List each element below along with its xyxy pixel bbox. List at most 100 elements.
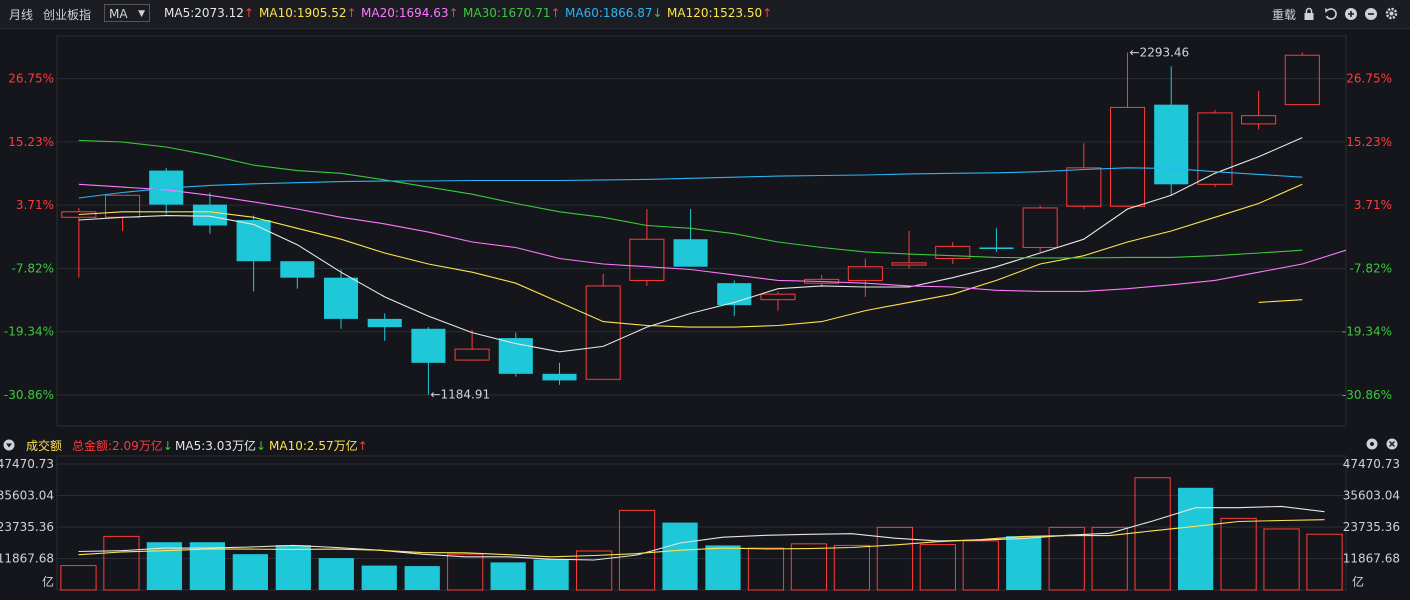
candle-body-up [1241,115,1277,125]
volume-unit-left: 亿 [42,574,54,589]
price-axis-label-right: 26.75% [1346,72,1392,86]
volume-title: 成交额 [26,439,63,453]
price-axis-label-right: -30.86% [1342,388,1392,402]
reload-button[interactable]: 重载 [1272,6,1296,23]
ma-legend-item: MA10:1905.52↑ [259,6,357,20]
ma-legend-text: MA10:1905.52 [259,6,347,20]
chevron-down-icon: ▼ [138,9,145,19]
candle-body-up [629,238,665,281]
candle-body-down [323,277,359,319]
volume-bar-up [1134,477,1171,591]
ma-legend-item: MA5:2073.12↑ [164,6,254,20]
price-axis-label-left: -7.82% [12,261,54,275]
indicator-select-value: MA [109,7,128,21]
candle-body-up [1109,106,1146,207]
volume-bar-up [618,509,656,591]
candle-body-down [280,261,315,278]
volume-total: 总金额:2.09万亿↓ [72,437,173,454]
candle-body-down [673,239,708,267]
volume-bar-down [490,562,526,590]
volume-ma10: MA10:2.57万亿↑ [269,437,368,454]
settings-icon[interactable] [1366,438,1378,450]
ma-legend-item: MA60:1866.87↓ [565,6,663,20]
zoom-in-icon[interactable] [1344,7,1358,21]
price-axis-label-right: 15.23% [1346,135,1392,149]
ma-legend-text: MA120:1523.50 [667,6,763,20]
ma-legend-item: MA20:1694.63↑ [361,6,459,20]
volume-axis-label-right: 11867.68 [1343,552,1400,566]
candle-body-down [367,318,402,328]
candle-body-down [1154,104,1189,185]
volume-bar-down [1178,487,1214,590]
close-icon[interactable] [1386,438,1398,450]
volume-bar-down [1006,536,1042,590]
candle-body-up [1022,207,1058,248]
volume-bar-up [447,553,484,591]
candle-body-up [1066,167,1102,207]
price-axis-label-left: -19.34% [4,325,54,339]
candle-body-down [192,204,227,226]
ma-legend-arrow: ↑ [448,6,459,20]
price-axis-label-right: -19.34% [1342,325,1392,339]
volume-bar-up [60,565,97,591]
volume-bar-up [833,544,870,591]
volume-axis-label-left: 11867.68 [0,552,54,566]
period-label[interactable]: 月线 [9,6,33,23]
candle-body-up [1284,54,1320,106]
price-annotation: ←1184.91 [430,388,490,402]
volume-ma5-arrow: ↓ [255,439,267,453]
volume-axis-label-right: 35603.04 [1343,489,1400,503]
volume-bar-up [962,540,999,591]
volume-ma5-text: MA5:3.03万亿 [175,439,256,453]
volume-total-text: 总金额:2.09万亿 [72,439,163,453]
zoom-out-icon[interactable] [1364,7,1378,21]
lock-icon[interactable] [1303,7,1315,21]
volume-bar-up [790,543,828,591]
price-axis-label-left: -30.86% [4,388,54,402]
ma-line-ma120 [1258,299,1303,303]
price-axis-label-right: -7.82% [1350,261,1392,275]
volume-bar-down [533,559,569,590]
ma-legend-text: MA60:1866.87 [565,6,653,20]
volume-axis-label-left: 35603.04 [0,489,54,503]
ma-legend-arrow: ↑ [243,6,254,20]
undo-icon[interactable] [1324,7,1338,21]
volume-ma10-text: MA10:2.57万亿 [269,439,358,453]
gear-icon[interactable] [1384,6,1399,21]
volume-axis-label-left: 47470.73 [0,457,54,471]
volume-bar-up [1263,528,1300,591]
volume-axis-label-right: 23735.36 [1343,520,1400,534]
collapse-icon[interactable] [3,439,15,451]
price-axis-label-right: 3.71% [1354,198,1392,212]
kline-chart[interactable]: 26.75% 26.75% 15.23% 15.23% 3.71% 3.71% -7.82%… [0,28,1410,600]
ma-line-ma60 [78,167,1303,199]
candle-body-up [105,194,141,218]
volume-ma10-arrow: ↑ [357,439,368,453]
volume-bar-down [705,545,741,590]
index-name: 创业板指 [43,8,92,22]
volume-bar-up [919,544,956,591]
price-axis-label-left: 26.75% [8,72,54,86]
volume-bar-up [1220,517,1257,591]
volume-bar-up [575,550,613,591]
volume-bar-down [275,545,311,590]
ma-legend-arrow: ↑ [550,6,561,20]
volume-bar-down [662,522,698,590]
candle-body-up [760,293,796,301]
ma-legend-text: MA20:1694.63 [361,6,449,20]
volume-bar-up [747,547,785,591]
candle-body-down [542,373,577,381]
ma-legend-text: MA5:2073.12 [164,6,244,20]
volume-bar-down [404,566,440,590]
candle-body-down [411,328,446,363]
candle-body-down [979,247,1014,249]
volume-bar-down [318,558,354,590]
volume-bar-up [1306,533,1343,591]
ma-legend-arrow: ↑ [762,6,773,20]
ma-legend-item: MA120:1523.50↑ [667,6,772,20]
price-annotation: ←2293.46 [1130,45,1190,59]
candle-body-down [236,220,271,262]
price-axis-label-left: 3.71% [16,198,54,212]
indicator-toolbar: 月线 创业板指 MA ▼ MA5:2073.12↑ MA10:1905.52↑ MA… [0,0,1410,29]
indicator-select[interactable]: MA ▼ [104,4,150,22]
